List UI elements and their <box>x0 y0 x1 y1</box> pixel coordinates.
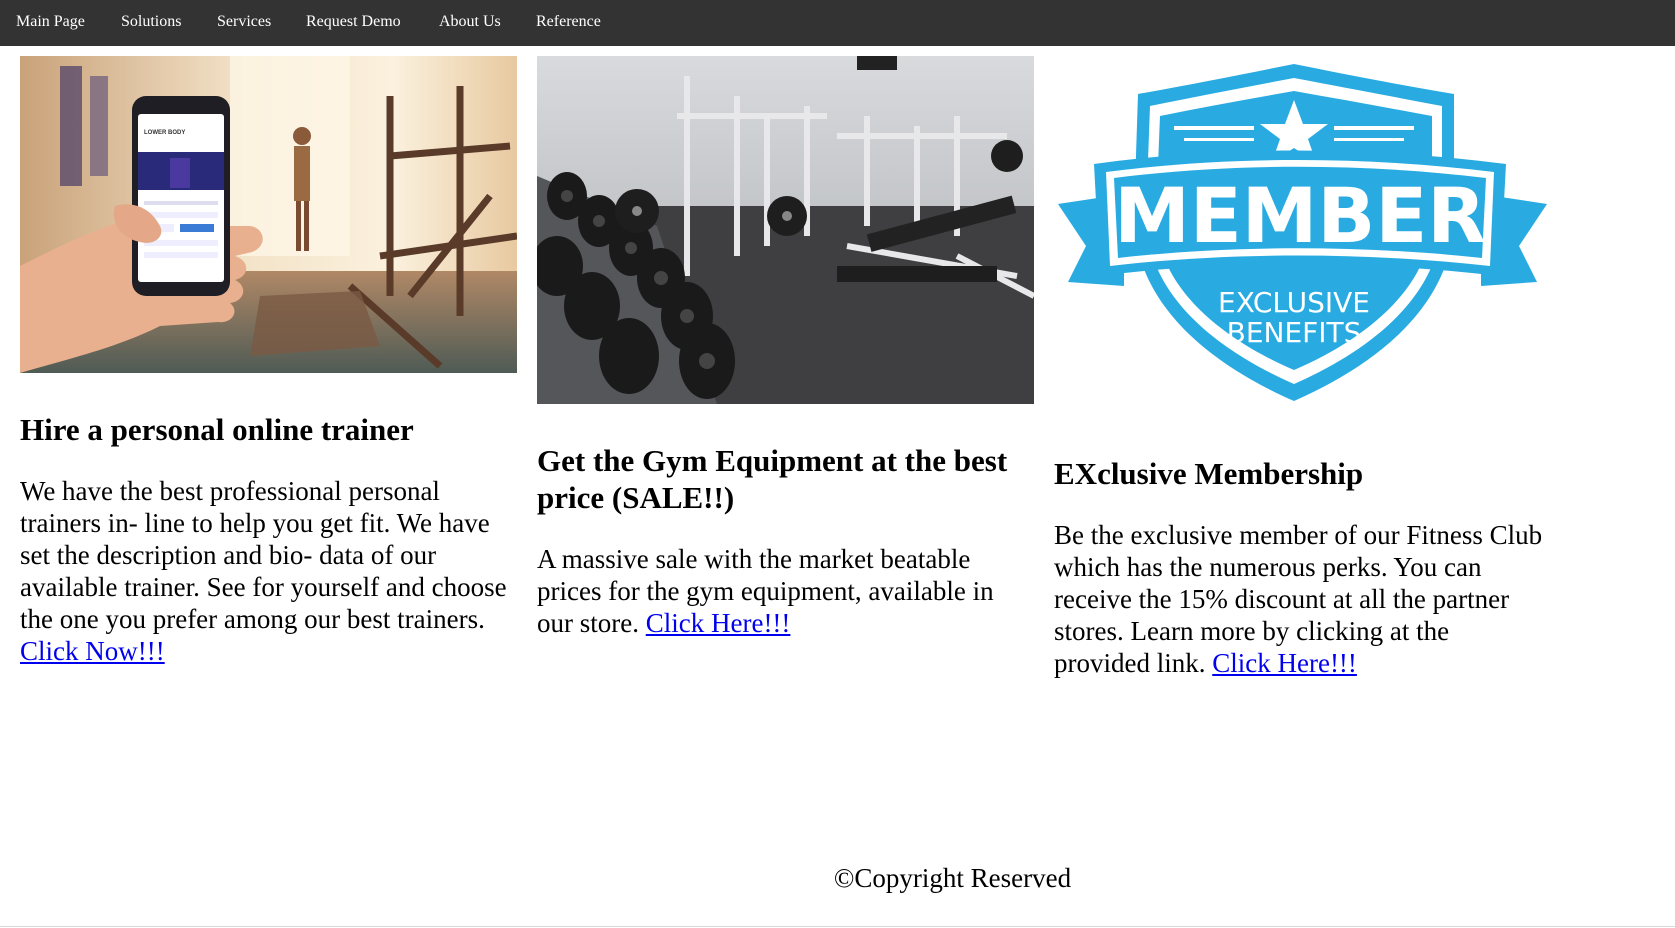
trainer-title: Hire a personal online trainer <box>20 412 414 447</box>
nav-link-solutions[interactable]: Solutions <box>121 0 181 46</box>
equipment-column: Get the Gym Equipment at the best price … <box>537 56 1034 639</box>
gym-equipment-image <box>537 56 1034 404</box>
membership-click-here-link[interactable]: Click Here!!! <box>1212 648 1357 678</box>
nav-link-about-us[interactable]: About Us <box>439 0 501 46</box>
trainer-column: LOWER BODY Hire a personal online traine… <box>20 56 517 667</box>
membership-description: Be the exclusive member of our Fitness C… <box>1054 519 1551 679</box>
trainer-description: We have the best professional personal t… <box>20 475 517 667</box>
membership-title: EXclusive Membership <box>1054 456 1364 491</box>
nav-link-main-page[interactable]: Main Page <box>16 0 85 46</box>
membership-column: MEMBER EXCLUSIVE BENEFITS EXclusive Memb… <box>1054 56 1551 679</box>
footer-divider <box>0 926 1675 927</box>
equipment-click-here-link[interactable]: Click Here!!! <box>646 608 791 638</box>
trainer-app-illustration: LOWER BODY <box>20 56 517 373</box>
member-badge-illustration: MEMBER EXCLUSIVE BENEFITS <box>1058 64 1547 401</box>
equipment-description: A massive sale with the market beatable … <box>537 543 1034 639</box>
member-badge-image: MEMBER EXCLUSIVE BENEFITS <box>1054 56 1551 417</box>
trainer-app-image: LOWER BODY <box>20 56 517 373</box>
nav-link-request-demo[interactable]: Request Demo <box>306 0 401 46</box>
top-navigation-bar: Main Page Solutions Services Request Dem… <box>0 0 1675 46</box>
badge-line1-text: EXCLUSIVE <box>1218 286 1370 319</box>
gym-equipment-illustration <box>537 56 1034 404</box>
badge-main-text: MEMBER <box>1114 171 1486 260</box>
trainer-description-text: We have the best professional personal t… <box>20 476 507 634</box>
nav-link-reference[interactable]: Reference <box>536 0 601 46</box>
phone-screen-title: LOWER BODY <box>144 130 185 136</box>
nav-link-services[interactable]: Services <box>217 0 271 46</box>
equipment-title: Get the Gym Equipment at the best price … <box>537 443 1008 515</box>
badge-line2-text: BENEFITS <box>1227 316 1362 349</box>
footer-copyright: ©Copyright Reserved <box>833 863 1072 893</box>
trainer-click-now-link[interactable]: Click Now!!! <box>20 636 165 666</box>
